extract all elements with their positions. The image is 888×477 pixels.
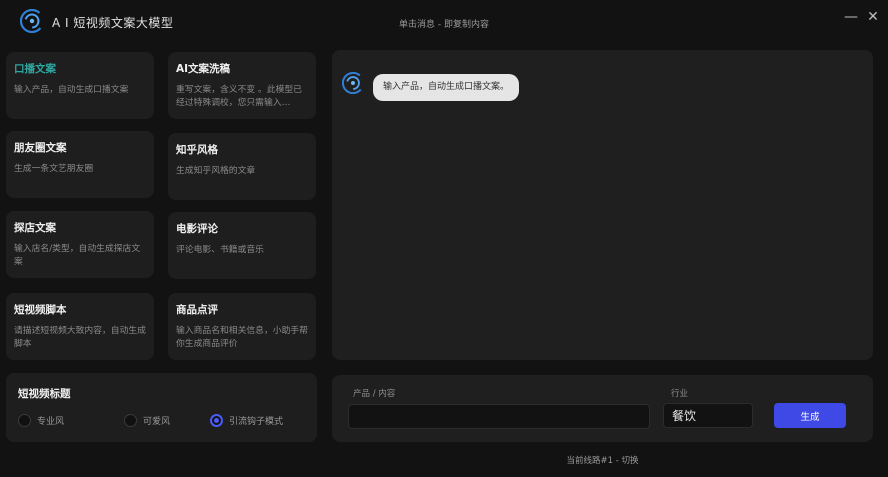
- generate-button[interactable]: 生成: [774, 403, 846, 428]
- industry-label: 行业: [671, 389, 689, 399]
- radio-cute[interactable]: 可爱风: [124, 413, 170, 427]
- radio-professional[interactable]: 专业风: [18, 413, 64, 427]
- card-title: AI文案洗稿: [176, 63, 231, 75]
- chat-panel: 输入产品，自动生成口播文案。: [332, 50, 873, 360]
- product-label: 产品 / 内容: [353, 389, 396, 399]
- product-input[interactable]: [348, 404, 650, 429]
- card-title: 口播文案: [14, 63, 56, 75]
- card-desc: 生成知乎风格的文章: [176, 166, 256, 176]
- chat-message-bubble[interactable]: 输入产品，自动生成口播文案。: [373, 74, 520, 101]
- card-desc: 评论电影、书籍或音乐: [176, 245, 264, 255]
- minimize-icon[interactable]: —: [842, 7, 860, 27]
- input-panel: 产品 / 内容 行业 生成: [332, 375, 873, 442]
- card-title: 知乎风格: [176, 144, 218, 156]
- close-icon[interactable]: ✕: [864, 7, 882, 27]
- card-koubo[interactable]: 口播文案 输入产品，自动生成口播文案: [6, 52, 154, 119]
- radio-label: 专业风: [37, 416, 65, 427]
- panel-title: 短视频标题: [18, 388, 71, 400]
- card-title: 朋友圈文案: [14, 142, 67, 154]
- card-desc: 输入产品，自动生成口播文案: [14, 85, 129, 95]
- radio-unchecked-icon: [124, 413, 137, 427]
- radio-hook-mode[interactable]: 引流钩子模式: [210, 413, 283, 427]
- radio-checked-icon: [210, 413, 223, 427]
- card-desc: 请描述短视频大致内容，自动生成脚本: [14, 326, 146, 349]
- copy-hint: 单击消息 - 即复制内容: [399, 20, 489, 30]
- card-desc: 输入商品名和相关信息，小助手帮你生成商品评价: [176, 326, 308, 349]
- card-title: 短视频脚本: [14, 304, 67, 316]
- card-desc: 输入店名/类型，自动生成探店文案: [14, 244, 141, 267]
- industry-input[interactable]: [663, 403, 753, 428]
- card-script[interactable]: 短视频脚本 请描述短视频大致内容，自动生成脚本: [6, 293, 154, 360]
- card-title: 探店文案: [14, 222, 56, 234]
- card-desc: 重写文案，含义不变 。此模型已经过特殊调校，您只需输入…: [176, 85, 302, 108]
- card-tandian[interactable]: 探店文案 输入店名/类型，自动生成探店文案: [6, 211, 154, 278]
- route-switch-link[interactable]: 当前线路#1 - 切换: [332, 454, 873, 466]
- card-movie-review[interactable]: 电影评论 评论电影、书籍或音乐: [168, 212, 316, 279]
- card-desc: 生成一条文艺朋友圈: [14, 164, 94, 174]
- card-rewrite[interactable]: AI文案洗稿 重写文案，含义不变 。此模型已经过特殊调校，您只需输入…: [168, 52, 316, 119]
- radio-label: 引流钩子模式: [229, 416, 284, 427]
- radio-unchecked-icon: [18, 413, 31, 427]
- card-title: 电影评论: [176, 223, 218, 235]
- title-bar: A I 短视频文案大模型 单击消息 - 即复制内容 — ✕: [0, 0, 888, 44]
- card-zhihu[interactable]: 知乎风格 生成知乎风格的文章: [168, 133, 316, 200]
- card-pengyouquan[interactable]: 朋友圈文案 生成一条文艺朋友圈: [6, 131, 154, 198]
- title-style-panel: 短视频标题 专业风 可爱风 引流钩子模式: [6, 373, 317, 442]
- radio-label: 可爱风: [143, 416, 171, 427]
- bot-avatar-icon: [342, 72, 364, 94]
- card-product-review[interactable]: 商品点评 输入商品名和相关信息，小助手帮你生成商品评价: [168, 293, 316, 360]
- card-title: 商品点评: [176, 304, 218, 316]
